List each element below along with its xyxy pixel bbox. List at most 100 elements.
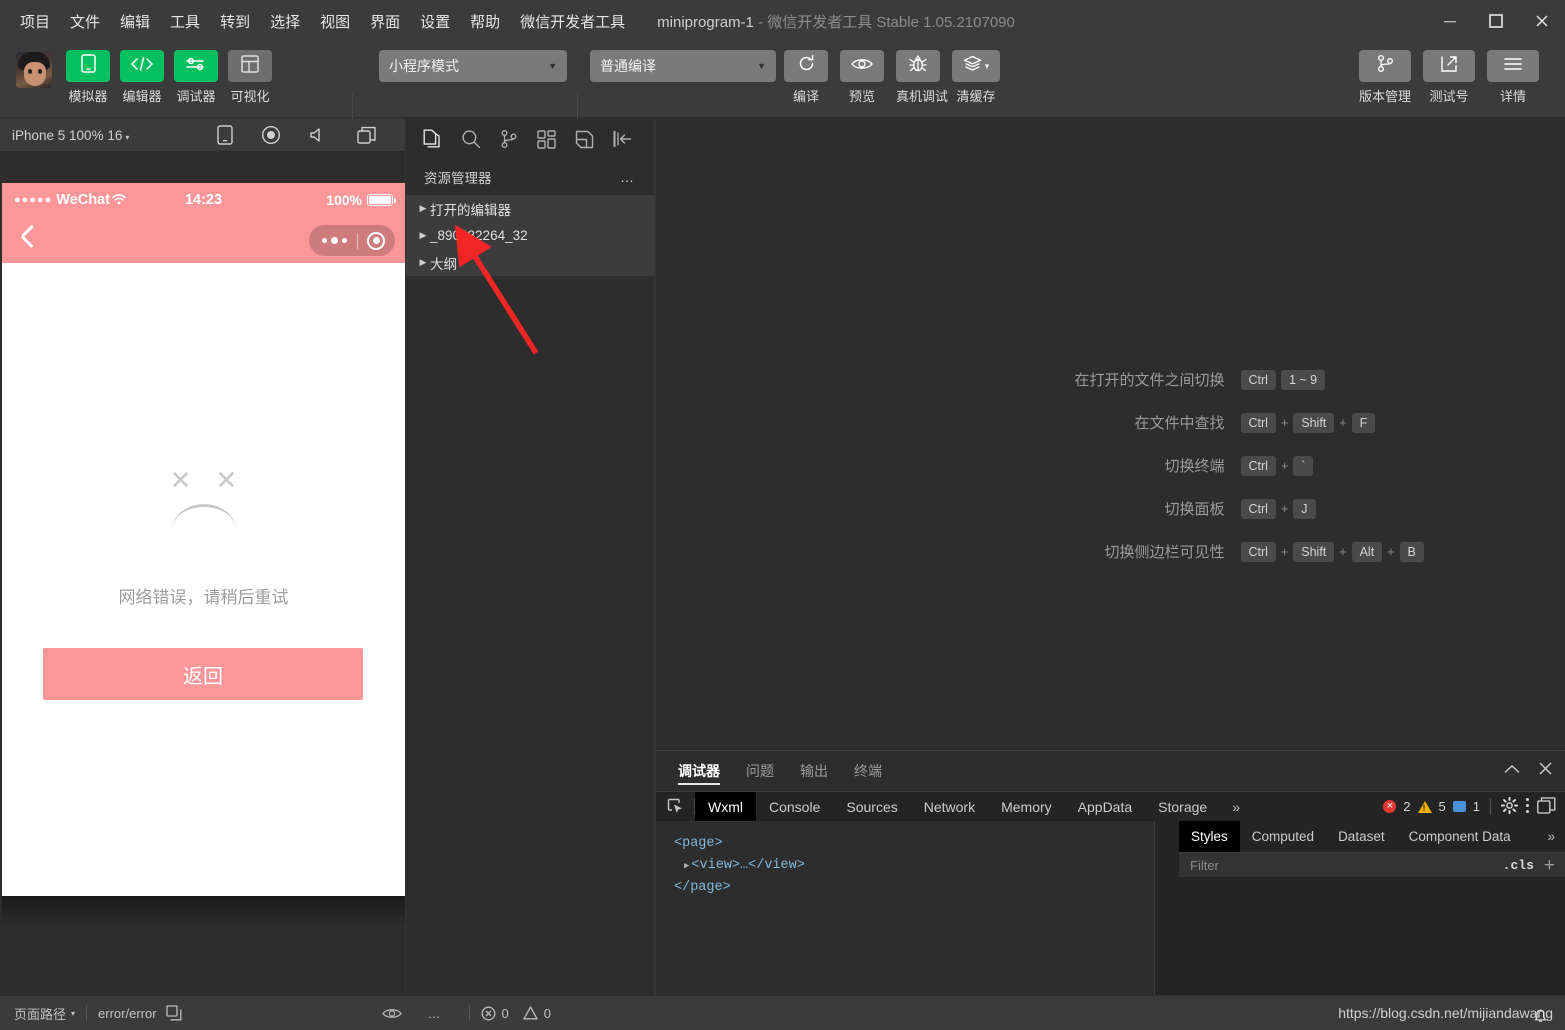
- shortcut-row-toggle-terminal: 切换终端 Ctrl + `: [781, 455, 1441, 476]
- devtools-tab-console[interactable]: Console: [756, 792, 833, 822]
- menu-item-help[interactable]: 帮助: [460, 7, 510, 36]
- kebab-menu-icon[interactable]: [1525, 797, 1530, 817]
- menu-item-select[interactable]: 选择: [260, 7, 310, 36]
- styles-tab-component-data[interactable]: Component Data: [1397, 821, 1523, 852]
- debugger-toggle-button[interactable]: [174, 50, 218, 82]
- inspect-element-icon[interactable]: [656, 792, 694, 822]
- compile-button[interactable]: [784, 50, 828, 82]
- menu-item-view[interactable]: 视图: [310, 7, 360, 36]
- device-rotate-icon[interactable]: [217, 125, 233, 145]
- preview-eye-icon[interactable]: [381, 1007, 402, 1020]
- volume-icon[interactable]: [309, 126, 329, 144]
- compile-select[interactable]: 普通编译 ▼: [590, 50, 776, 82]
- phone-status-bar: ●●●●● WeChat 14:23 100%: [2, 183, 405, 217]
- wechat-capsule[interactable]: [309, 225, 395, 256]
- version-control-button[interactable]: [1359, 50, 1411, 82]
- minimize-button[interactable]: [1427, 0, 1473, 42]
- simulator-toggle-button[interactable]: [66, 50, 110, 82]
- panel-toggle-buttons: [66, 50, 272, 82]
- warning-counter[interactable]: 0: [523, 1006, 551, 1021]
- page-path-selector[interactable]: 页面路径 ▾: [14, 1004, 75, 1023]
- test-account-button[interactable]: [1423, 50, 1475, 82]
- maximize-button[interactable]: [1473, 0, 1519, 42]
- wxml-node-2[interactable]: </page>: [674, 877, 1154, 899]
- real-device-debug-button[interactable]: [896, 50, 940, 82]
- wxml-tree[interactable]: <page> ▶ <view>…</view> </page>: [656, 821, 1155, 996]
- current-route: error/error: [98, 1005, 157, 1021]
- mode-select[interactable]: 小程序模式 ▼: [379, 50, 567, 82]
- styles-filter-input[interactable]: [1179, 857, 1493, 873]
- tab-problems[interactable]: 问题: [746, 751, 774, 791]
- styles-tab-computed[interactable]: Computed: [1240, 821, 1326, 852]
- devtools-tab-wxml[interactable]: Wxml: [695, 791, 756, 822]
- device-selector[interactable]: iPhone 5 100% 16 ▾: [12, 128, 129, 143]
- collapse-sidebar-icon[interactable]: [613, 130, 632, 148]
- multi-window-icon[interactable]: [357, 126, 377, 145]
- files-icon[interactable]: [422, 129, 442, 150]
- menu-item-goto[interactable]: 转到: [210, 7, 260, 36]
- status-more-button[interactable]: …: [428, 1006, 443, 1021]
- cls-button[interactable]: .cls: [1493, 858, 1544, 873]
- styles-tab-dataset[interactable]: Dataset: [1326, 821, 1397, 852]
- expand-triangle-icon[interactable]: ▶: [684, 861, 689, 871]
- snippets-icon[interactable]: [575, 130, 594, 149]
- explorer-section-open-editors[interactable]: ▶ 打开的编辑器: [406, 195, 654, 222]
- menu-item-tools[interactable]: 工具: [160, 7, 210, 36]
- tab-debugger[interactable]: 调试器: [678, 751, 720, 791]
- add-style-rule-button[interactable]: +: [1544, 856, 1565, 875]
- record-icon[interactable]: [261, 125, 281, 145]
- error-counter[interactable]: 0: [481, 1006, 509, 1021]
- visualization-toggle-button[interactable]: [228, 50, 272, 82]
- clear-cache-button[interactable]: ▾: [952, 50, 1000, 82]
- target-icon[interactable]: [367, 231, 385, 250]
- close-icon[interactable]: [1538, 761, 1553, 781]
- user-avatar[interactable]: [16, 52, 52, 88]
- simulator-panel: iPhone 5 100% 16 ▾ ●●●●● WeChat 14:23 10…: [0, 119, 405, 995]
- tab-output[interactable]: 输出: [800, 751, 828, 791]
- refresh-icon: [797, 54, 816, 78]
- debugger-panel: 调试器 问题 输出 终端 Wxml Console Sources Networ…: [656, 750, 1565, 996]
- devtools-tab-appdata[interactable]: AppData: [1065, 792, 1145, 822]
- toolbar-right-actions: [1359, 50, 1539, 82]
- explorer-more-button[interactable]: …: [620, 169, 636, 185]
- devtools-more-tabs-button[interactable]: »: [1220, 799, 1252, 815]
- menu-item-settings[interactable]: 设置: [410, 7, 460, 36]
- tab-terminal[interactable]: 终端: [854, 751, 882, 791]
- devtools-tab-bar: Wxml Console Sources Network Memory AppD…: [656, 791, 1565, 822]
- extensions-icon[interactable]: [537, 129, 556, 149]
- styles-more-tabs-button[interactable]: »: [1537, 829, 1565, 844]
- back-chevron-icon[interactable]: [18, 228, 32, 252]
- chevron-right-icon-3: ▶: [419, 257, 427, 267]
- devtools-tab-sources[interactable]: Sources: [833, 792, 910, 822]
- explorer-section-project[interactable]: ▶ _890482264_32: [406, 222, 654, 249]
- close-button[interactable]: [1519, 0, 1565, 42]
- details-button[interactable]: [1487, 50, 1539, 82]
- dock-icon[interactable]: [1537, 796, 1556, 817]
- page-back-button[interactable]: 返回: [43, 648, 363, 700]
- devtools-content: <page> ▶ <view>…</view> </page> Styles Co…: [656, 821, 1565, 996]
- gear-icon[interactable]: [1500, 796, 1519, 817]
- menu-item-devtools[interactable]: 微信开发者工具: [510, 7, 635, 36]
- devtools-tab-memory[interactable]: Memory: [988, 792, 1065, 822]
- menu-item-interface[interactable]: 界面: [360, 7, 410, 36]
- menu-item-edit[interactable]: 编辑: [110, 7, 160, 36]
- more-dots-icon[interactable]: [322, 237, 347, 244]
- devtools-tab-storage[interactable]: Storage: [1145, 792, 1220, 822]
- search-icon[interactable]: [461, 129, 481, 149]
- source-control-icon[interactable]: [500, 129, 518, 149]
- preview-button[interactable]: [840, 50, 884, 82]
- layout-icon: [241, 54, 259, 78]
- toolbar-right-labels: 版本管理 测试号 详情: [1359, 86, 1539, 105]
- menu-item-file[interactable]: 文件: [60, 7, 110, 36]
- wxml-node-0[interactable]: <page>: [674, 833, 1154, 855]
- editor-toggle-button[interactable]: [120, 50, 164, 82]
- copy-icon[interactable]: [165, 1005, 182, 1021]
- bell-icon: [1534, 1009, 1547, 1024]
- wxml-node-1[interactable]: ▶ <view>…</view>: [674, 855, 1154, 877]
- styles-tab-styles[interactable]: Styles: [1179, 821, 1240, 852]
- explorer-section-outline[interactable]: ▶ 大纲: [406, 249, 654, 276]
- chevron-up-icon[interactable]: [1504, 762, 1520, 780]
- menu-item-project[interactable]: 项目: [10, 7, 60, 36]
- explorer-section-label-1: _890482264_32: [430, 228, 528, 243]
- devtools-tab-network[interactable]: Network: [911, 792, 988, 822]
